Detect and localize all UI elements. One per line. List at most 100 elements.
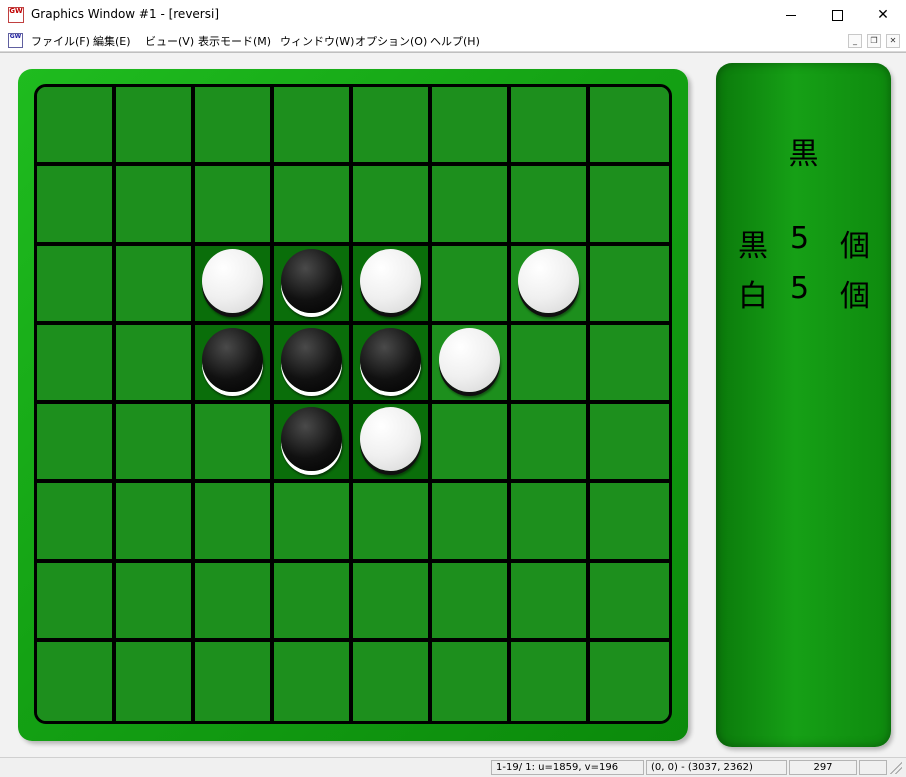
board-cell[interactable] — [353, 483, 432, 563]
board-cell[interactable] — [37, 404, 116, 484]
board-cell[interactable] — [274, 404, 353, 484]
board-cell[interactable] — [590, 404, 669, 484]
board-cell[interactable] — [274, 87, 353, 167]
board-cell[interactable] — [37, 166, 116, 246]
board-cell[interactable] — [274, 483, 353, 563]
board-cell[interactable] — [353, 562, 432, 642]
board-cell[interactable] — [511, 245, 590, 325]
board-cell[interactable] — [432, 245, 511, 325]
maximize-button[interactable] — [814, 0, 860, 30]
window-title: Graphics Window #1 - [reversi] — [31, 7, 220, 21]
client-area: 黒 黒 5 個 白 5 個 — [0, 52, 906, 758]
black-unit: 個 — [840, 229, 870, 264]
board-cell[interactable] — [116, 166, 195, 246]
board-cell[interactable] — [432, 87, 511, 167]
reversi-board[interactable] — [34, 84, 672, 724]
board-cell[interactable] — [353, 87, 432, 167]
app-icon: GW — [8, 7, 24, 23]
board-cell[interactable] — [37, 641, 116, 721]
board-cell[interactable] — [274, 641, 353, 721]
board-cell[interactable] — [195, 641, 274, 721]
status-empty-pane — [859, 760, 887, 775]
board-cell[interactable] — [353, 324, 432, 404]
minimize-button[interactable] — [768, 0, 814, 30]
board-cell[interactable] — [195, 245, 274, 325]
board-cell[interactable] — [37, 324, 116, 404]
white-disc — [360, 407, 421, 471]
board-cell[interactable] — [37, 245, 116, 325]
board-cell[interactable] — [195, 87, 274, 167]
board-cell[interactable] — [590, 87, 669, 167]
board-cell[interactable] — [432, 404, 511, 484]
board-cell[interactable] — [274, 166, 353, 246]
mdi-close-button[interactable]: ✕ — [886, 34, 900, 48]
maximize-icon — [831, 9, 843, 21]
menu-display-mode[interactable]: 表示モード(M) — [198, 33, 271, 49]
board-cell[interactable] — [590, 483, 669, 563]
score-panel: 黒 黒 5 個 白 5 個 — [716, 63, 891, 747]
board-cell[interactable] — [195, 562, 274, 642]
status-value: 297 — [789, 760, 857, 775]
board-cell[interactable] — [116, 324, 195, 404]
board-cell[interactable] — [116, 641, 195, 721]
board-cell[interactable] — [590, 166, 669, 246]
board-cell[interactable] — [274, 245, 353, 325]
board-cell[interactable] — [590, 641, 669, 721]
board-cell[interactable] — [432, 641, 511, 721]
menu-window[interactable]: ウィンドウ(W) — [280, 33, 354, 49]
board-cell[interactable] — [195, 166, 274, 246]
status-bar: 1-19/ 1: u=1859, v=196 (0, 0) - (3037, 2… — [0, 757, 906, 777]
board-cell[interactable] — [590, 562, 669, 642]
black-count: 5 — [790, 221, 810, 256]
black-label: 黒 — [738, 229, 768, 264]
board-cell[interactable] — [432, 166, 511, 246]
board-cell[interactable] — [511, 324, 590, 404]
board-cell[interactable] — [511, 641, 590, 721]
board-cell[interactable] — [590, 245, 669, 325]
board-cell[interactable] — [37, 87, 116, 167]
board-cell[interactable] — [511, 87, 590, 167]
board-cell[interactable] — [116, 562, 195, 642]
black-disc — [360, 327, 421, 392]
board-cell[interactable] — [274, 324, 353, 404]
board-cell[interactable] — [353, 404, 432, 484]
board-cell[interactable] — [37, 483, 116, 563]
board-cell[interactable] — [116, 87, 195, 167]
mdi-minimize-button[interactable]: _ — [848, 34, 862, 48]
board-cell[interactable] — [116, 483, 195, 563]
menu-help[interactable]: ヘルプ(H) — [430, 33, 480, 49]
board-cell[interactable] — [195, 404, 274, 484]
board-cell[interactable] — [511, 483, 590, 563]
menu-options[interactable]: オプション(O) — [355, 33, 427, 49]
board-cell[interactable] — [511, 166, 590, 246]
white-unit: 個 — [840, 279, 870, 314]
menu-edit[interactable]: 編集(E) — [93, 33, 131, 49]
menu-view[interactable]: ビュー(V) — [145, 33, 194, 49]
white-disc — [360, 248, 421, 313]
black-disc — [281, 248, 342, 313]
board-cell[interactable] — [195, 324, 274, 404]
board-cell[interactable] — [116, 245, 195, 325]
board-cell[interactable] — [274, 562, 353, 642]
board-cell[interactable] — [511, 562, 590, 642]
document-icon[interactable]: GW — [8, 33, 23, 48]
board-cell[interactable] — [432, 562, 511, 642]
board-cell[interactable] — [195, 483, 274, 563]
mdi-restore-button[interactable]: ❐ — [867, 34, 881, 48]
resize-grip-icon[interactable] — [890, 762, 902, 774]
board-cell[interactable] — [511, 404, 590, 484]
title-bar: GW Graphics Window #1 - [reversi] ✕ — [0, 0, 906, 31]
board-cell[interactable] — [432, 324, 511, 404]
board-cell[interactable] — [353, 641, 432, 721]
white-disc — [518, 248, 579, 313]
board-cell[interactable] — [590, 324, 669, 404]
white-disc — [202, 248, 263, 313]
status-position: 1-19/ 1: u=1859, v=196 — [491, 760, 644, 775]
close-button[interactable]: ✕ — [860, 0, 906, 30]
board-cell[interactable] — [116, 404, 195, 484]
menu-file[interactable]: ファイル(F) — [31, 33, 90, 49]
board-cell[interactable] — [353, 245, 432, 325]
board-cell[interactable] — [432, 483, 511, 563]
board-cell[interactable] — [37, 562, 116, 642]
board-cell[interactable] — [353, 166, 432, 246]
